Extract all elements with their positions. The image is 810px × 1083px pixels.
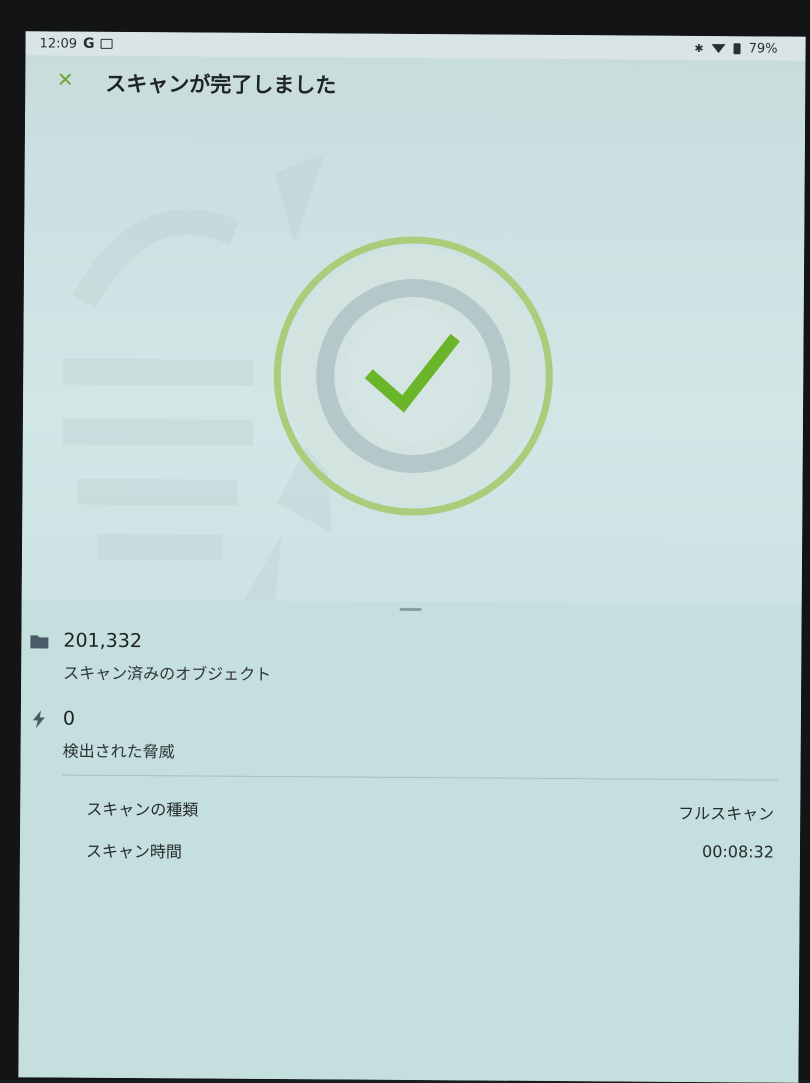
status-right: ✱ 79% — [694, 40, 777, 56]
scan-time-label: スキャン時間 — [85, 841, 183, 862]
objects-scanned-count: 201,332 — [63, 629, 143, 653]
objects-scanned-label: スキャン済みのオブジェクト — [63, 663, 272, 685]
scan-type-value: フルスキャン — [678, 803, 775, 824]
scan-type-label: スキャンの種類 — [86, 799, 199, 820]
bluetooth-icon: ✱ — [694, 41, 704, 55]
scan-type-row: スキャンの種類 フルスキャン — [86, 796, 774, 825]
divider — [62, 774, 779, 781]
threats-detected-label: 検出された脅威 — [62, 741, 175, 762]
status-left: 12:09 G — [26, 35, 113, 52]
status-time: 12:09 — [39, 35, 78, 52]
scan-complete-graphic — [273, 236, 553, 516]
scan-time-row: スキャン時間 00:08:32 — [86, 838, 774, 867]
results-sheet: 201,332 スキャン済みのオブジェクト 0 検出された脅威 スキャンの種類 … — [18, 599, 802, 1083]
close-icon[interactable]: ✕ — [53, 67, 77, 92]
lightning-icon — [32, 710, 45, 729]
battery-percent: 79% — [748, 40, 778, 57]
scan-result-hero — [21, 111, 806, 634]
scan-time-value: 00:08:32 — [702, 842, 775, 862]
app-toolbar: ✕ スキャンが完了しました — [25, 55, 805, 116]
folder-icon — [30, 635, 49, 649]
threats-detected-count: 0 — [62, 707, 76, 730]
battery-icon — [733, 42, 741, 54]
sheet-handle[interactable] — [399, 607, 422, 612]
page-title: スキャンが完了しました — [105, 71, 337, 98]
screen: 12:09 G ✱ 79% ✕ スキャンが完了しました 201,332 スキャン… — [18, 31, 806, 1083]
device-frame: 12:09 G ✱ 79% ✕ スキャンが完了しました 201,332 スキャン… — [0, 0, 810, 1083]
notification-icon — [100, 38, 113, 49]
wifi-icon — [711, 43, 726, 53]
inner-fill — [345, 308, 482, 445]
google-icon: G — [82, 35, 95, 52]
